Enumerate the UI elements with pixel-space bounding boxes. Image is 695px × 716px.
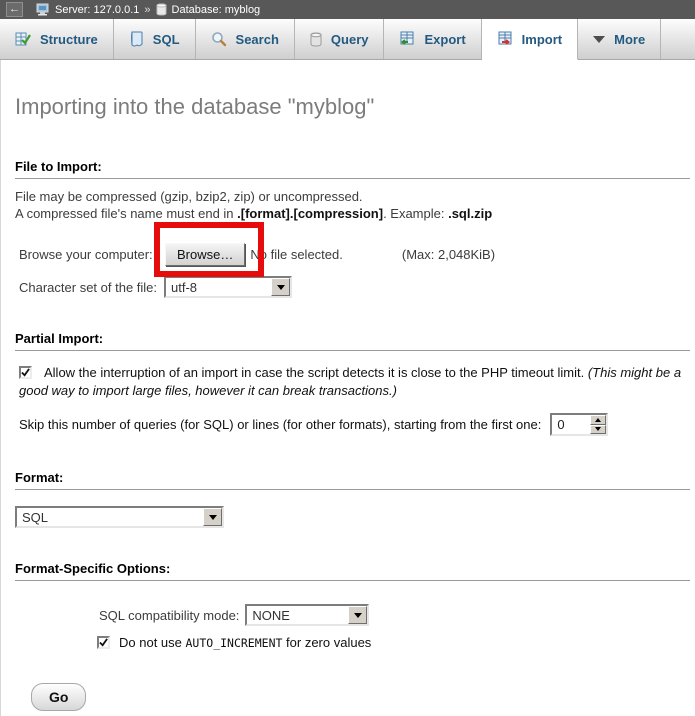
auto-increment-row: Do not use AUTO_INCREMENT for zero value… — [97, 635, 695, 650]
charset-select[interactable]: utf-8 — [164, 276, 292, 298]
sql-compatibility-row: SQL compatibility mode: NONE — [99, 604, 695, 626]
chevron-down-icon — [271, 278, 290, 296]
page-title: Importing into the database "myblog" — [1, 60, 695, 120]
auto-increment-checkbox[interactable] — [97, 636, 110, 649]
spinner-down-button[interactable] — [590, 425, 606, 435]
export-icon — [399, 31, 415, 47]
auto-increment-code: AUTO_INCREMENT — [186, 636, 283, 650]
server-icon — [36, 3, 50, 16]
checkmark-icon — [99, 638, 108, 647]
skip-queries-label: Skip this number of queries (for SQL) or… — [19, 417, 541, 432]
skip-queries-row: Skip this number of queries (for SQL) or… — [19, 413, 695, 436]
chevron-down-icon — [203, 508, 222, 526]
section-heading-file-to-import: File to Import: — [15, 159, 690, 179]
tab-label: Structure — [40, 32, 98, 47]
section-heading-format-specific-options: Format-Specific Options: — [15, 561, 690, 581]
tab-search[interactable]: Search — [196, 19, 295, 59]
tab-label: Search — [236, 32, 279, 47]
breadcrumb: ← Server: 127.0.0.1 » Database: myblog — [0, 0, 695, 19]
charset-label: Character set of the file: — [19, 280, 164, 295]
search-icon — [211, 31, 227, 47]
max-upload-size-text: (Max: 2,048KiB) — [402, 247, 495, 262]
back-button[interactable]: ← — [6, 2, 23, 17]
tab-label: Query — [331, 32, 369, 47]
filename-format-line: A compressed file's name must end in .[f… — [15, 205, 695, 222]
tab-query[interactable]: Query — [295, 19, 385, 59]
filename-format-prefix: A compressed file's name must end in — [15, 206, 237, 221]
file-upload-row: Browse your computer: Browse… No file se… — [19, 243, 695, 266]
auto-increment-label-prefix: Do not use — [119, 635, 186, 650]
allow-interruption-label: Allow the interruption of an import in c… — [44, 365, 588, 380]
sql-compatibility-label: SQL compatibility mode: — [99, 608, 239, 623]
tab-label: SQL — [153, 32, 180, 47]
go-button[interactable]: Go — [31, 683, 86, 711]
section-heading-format: Format: — [15, 470, 690, 490]
format-select-row: SQL — [15, 506, 695, 528]
tab-structure[interactable]: Structure — [0, 19, 114, 59]
sql-compatibility-select-value: NONE — [247, 606, 348, 624]
breadcrumb-separator: » — [144, 4, 150, 16]
breadcrumb-database-link[interactable]: Database: myblog — [172, 4, 261, 16]
chevron-down-icon — [593, 36, 605, 43]
charset-select-value: utf-8 — [166, 278, 271, 296]
tab-bar: Structure SQL Search Query Export Import… — [0, 19, 695, 60]
query-icon — [310, 32, 322, 47]
checkmark-icon — [21, 368, 30, 377]
tab-import[interactable]: Import — [482, 19, 578, 60]
sql-compatibility-select[interactable]: NONE — [245, 604, 369, 626]
tab-label: More — [614, 32, 645, 47]
skip-queries-input[interactable]: 0 — [550, 413, 608, 436]
allow-interruption-checkbox[interactable] — [19, 366, 32, 379]
tab-sql[interactable]: SQL — [114, 19, 196, 59]
breadcrumb-server-link[interactable]: Server: 127.0.0.1 — [55, 4, 139, 16]
tab-export[interactable]: Export — [384, 19, 481, 59]
skip-queries-value: 0 — [552, 415, 590, 434]
import-icon — [497, 31, 513, 47]
format-select-value: SQL — [17, 508, 203, 526]
main-content: Importing into the database "myblog" Fil… — [0, 60, 695, 716]
section-heading-partial-import: Partial Import: — [15, 331, 690, 351]
allow-interruption-row: Allow the interruption of an import in c… — [19, 364, 690, 400]
spinner-up-button[interactable] — [590, 415, 606, 425]
filename-format-mid: . Example: — [383, 206, 448, 221]
filename-format-pattern: .[format].[compression] — [237, 206, 383, 221]
compression-info-line: File may be compressed (gzip, bzip2, zip… — [15, 188, 695, 205]
database-icon — [156, 3, 167, 16]
auto-increment-label-suffix: for zero values — [282, 635, 371, 650]
browse-button[interactable]: Browse… — [165, 243, 245, 266]
structure-icon — [15, 31, 31, 47]
browse-your-computer-label: Browse your computer: — [19, 247, 165, 262]
tab-more[interactable]: More — [578, 19, 661, 59]
auto-increment-label: Do not use AUTO_INCREMENT for zero value… — [119, 635, 371, 650]
charset-row: Character set of the file: utf-8 — [19, 276, 695, 298]
tab-label: Export — [424, 32, 465, 47]
filename-format-example: .sql.zip — [448, 206, 492, 221]
sql-icon — [129, 31, 144, 47]
chevron-down-icon — [348, 606, 367, 624]
spinner-buttons — [590, 415, 606, 434]
tab-label: Import — [522, 32, 562, 47]
no-file-selected-text: No file selected. — [250, 247, 343, 262]
format-select[interactable]: SQL — [15, 506, 224, 528]
